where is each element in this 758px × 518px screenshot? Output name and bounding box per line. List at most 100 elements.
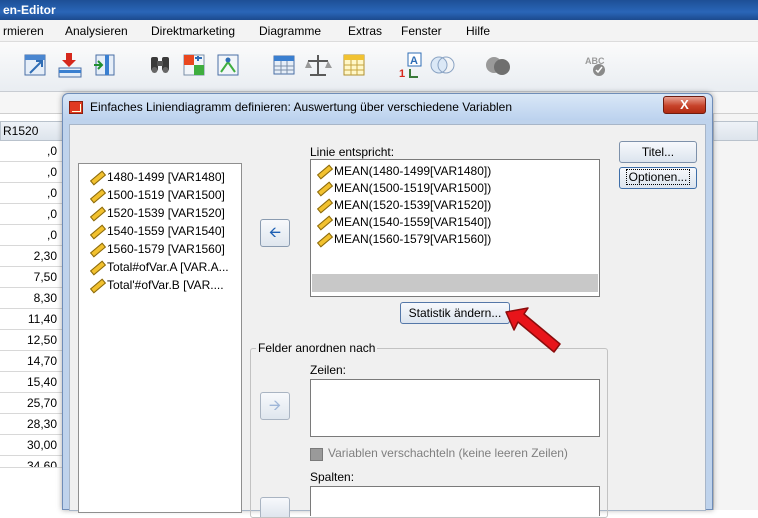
scale-variable-icon <box>89 189 103 201</box>
group-circles-icon[interactable] <box>484 51 512 79</box>
menu-direct-marketing[interactable]: Direktmarketing <box>151 24 235 38</box>
list-item[interactable]: MEAN(1520-1539[VAR1520]) <box>316 198 491 212</box>
value-labels-icon[interactable] <box>270 51 298 79</box>
panel-by-label: Felder anordnen nach <box>256 341 378 355</box>
list-item[interactable]: MEAN(1540-1559[VAR1540]) <box>316 215 491 229</box>
grid-cell[interactable]: 30,00 <box>0 435 64 456</box>
insert-variable-icon[interactable] <box>92 51 120 79</box>
dialog-title-bar[interactable]: Einfaches Liniendiagramm definieren: Aus… <box>63 94 712 120</box>
weight-cases-icon[interactable] <box>214 51 242 79</box>
insert-cases-icon[interactable] <box>56 51 84 79</box>
scale-variable-icon <box>89 225 103 237</box>
annotation-arrow-icon <box>505 307 561 353</box>
menu-graphs[interactable]: Diagramme <box>259 24 321 38</box>
grid-cell[interactable]: 8,30 <box>0 288 64 309</box>
list-item[interactable]: 1540-1559 [VAR1540] <box>89 224 225 238</box>
list-item[interactable]: 1520-1539 [VAR1520] <box>89 206 225 220</box>
grid-cell[interactable]: ,0 <box>0 183 64 204</box>
selected-row-highlight <box>312 274 598 292</box>
nest-variables-checkbox[interactable] <box>310 448 323 461</box>
line-represents-list[interactable]: MEAN(1480-1499[VAR1480]) MEAN(1500-1519[… <box>310 159 600 297</box>
menu-window[interactable]: Fenster <box>401 24 442 38</box>
svg-text:1: 1 <box>399 68 405 79</box>
find-icon[interactable] <box>146 51 174 79</box>
list-item[interactable]: MEAN(1480-1499[VAR1480]) <box>316 164 491 178</box>
close-button[interactable]: X <box>663 96 706 114</box>
split-file-icon[interactable] <box>180 51 208 79</box>
options-button[interactable]: Optionen... <box>619 167 697 189</box>
nest-variables-label: Variablen verschachteln (keine leeren Ze… <box>328 446 568 460</box>
scale-variable-icon <box>89 243 103 255</box>
list-item[interactable]: Total'#ofVar.B [VAR.... <box>89 278 224 292</box>
scale-variable-icon <box>89 171 103 183</box>
data-grid: ,0 ,0 ,0 ,0 ,0 2,30 7,50 8,30 11,40 12,5… <box>0 141 64 510</box>
grid-cell[interactable]: ,0 <box>0 225 64 246</box>
use-variable-sets-icon[interactable]: A1 <box>396 51 424 79</box>
grid-cell[interactable]: 12,50 <box>0 330 64 351</box>
line-represents-label: Linie entspricht: <box>310 145 395 159</box>
grid-cell[interactable]: 11,40 <box>0 309 64 330</box>
arrow-right-icon: 🡪 <box>268 397 282 414</box>
grid-cell[interactable]: ,0 <box>0 204 64 225</box>
svg-text:ABC: ABC <box>585 56 605 66</box>
dialog-body: 1480-1499 [VAR1480] 1500-1519 [VAR1500] … <box>69 124 706 518</box>
options-button-label: Optionen... <box>625 169 691 185</box>
move-to-line-button[interactable]: 🡨 <box>260 219 290 247</box>
grid-cell[interactable]: ,0 <box>0 162 64 183</box>
columns-field[interactable] <box>310 486 600 516</box>
menubar: rmieren Analysieren Direktmarketing Diag… <box>0 20 758 42</box>
import-data-icon[interactable] <box>22 51 50 79</box>
grid-cell[interactable]: 25,70 <box>0 393 64 414</box>
spellcheck-icon[interactable]: ABC <box>582 51 610 79</box>
select-cases-icon[interactable] <box>340 51 368 79</box>
scale-variable-icon <box>316 233 330 245</box>
menu-extras[interactable]: Extras <box>348 24 382 38</box>
toolbar: A1 ABC <box>0 42 758 92</box>
annotation-arrow-shape <box>505 307 561 353</box>
chart-icon <box>69 101 83 114</box>
arrow-left-icon: 🡨 <box>268 224 282 241</box>
list-item[interactable]: MEAN(1500-1519[VAR1500]) <box>316 181 491 195</box>
scale-variable-icon <box>89 279 103 291</box>
move-to-columns-button[interactable] <box>260 497 290 517</box>
scale-variable-icon <box>89 207 103 219</box>
dialog-title: Einfaches Liniendiagramm definieren: Aus… <box>90 100 513 114</box>
scale-variable-icon <box>316 216 330 228</box>
svg-text:A: A <box>410 55 418 67</box>
scale-variable-icon <box>316 165 330 177</box>
source-variable-list[interactable]: 1480-1499 [VAR1480] 1500-1519 [VAR1500] … <box>78 163 242 513</box>
scale-variable-icon <box>316 199 330 211</box>
menu-transform[interactable]: rmieren <box>3 24 44 38</box>
list-item[interactable]: 1500-1519 [VAR1500] <box>89 188 225 202</box>
grid-right-area <box>713 114 758 510</box>
grid-cell[interactable]: 2,30 <box>0 246 64 267</box>
grid-cell[interactable]: 28,30 <box>0 414 64 435</box>
grid-cell[interactable]: 34,60 <box>0 456 64 468</box>
grid-cell[interactable]: 7,50 <box>0 267 64 288</box>
rows-label: Zeilen: <box>310 363 347 377</box>
column-header-right[interactable] <box>713 121 758 141</box>
column-header[interactable]: R1520 <box>0 121 64 141</box>
close-icon: X <box>680 97 689 112</box>
list-item[interactable]: MEAN(1560-1579[VAR1560]) <box>316 232 491 246</box>
list-item[interactable]: 1560-1579 [VAR1560] <box>89 242 225 256</box>
define-line-chart-dialog: Einfaches Liniendiagramm definieren: Aus… <box>62 93 713 518</box>
grid-cell[interactable]: 14,70 <box>0 351 64 372</box>
scale-variable-icon <box>89 261 103 273</box>
menu-help[interactable]: Hilfe <box>466 24 490 38</box>
list-item[interactable]: Total#ofVar.A [VAR.A... <box>89 260 229 274</box>
app-title: en-Editor <box>3 3 56 17</box>
rows-field[interactable] <box>310 379 600 437</box>
grid-cell[interactable]: 15,40 <box>0 372 64 393</box>
titles-button[interactable]: Titel... <box>619 141 697 163</box>
columns-label: Spalten: <box>310 470 355 484</box>
balance-icon[interactable] <box>304 51 332 79</box>
circles-icon[interactable] <box>428 51 456 79</box>
menu-analyze[interactable]: Analysieren <box>65 24 128 38</box>
scale-variable-icon <box>316 182 330 194</box>
app-title-bar: en-Editor <box>0 0 758 20</box>
grid-cell[interactable]: ,0 <box>0 141 64 162</box>
move-to-rows-button[interactable]: 🡪 <box>260 392 290 420</box>
list-item[interactable]: 1480-1499 [VAR1480] <box>89 170 225 184</box>
change-statistic-button[interactable]: Statistik ändern... <box>400 302 510 324</box>
